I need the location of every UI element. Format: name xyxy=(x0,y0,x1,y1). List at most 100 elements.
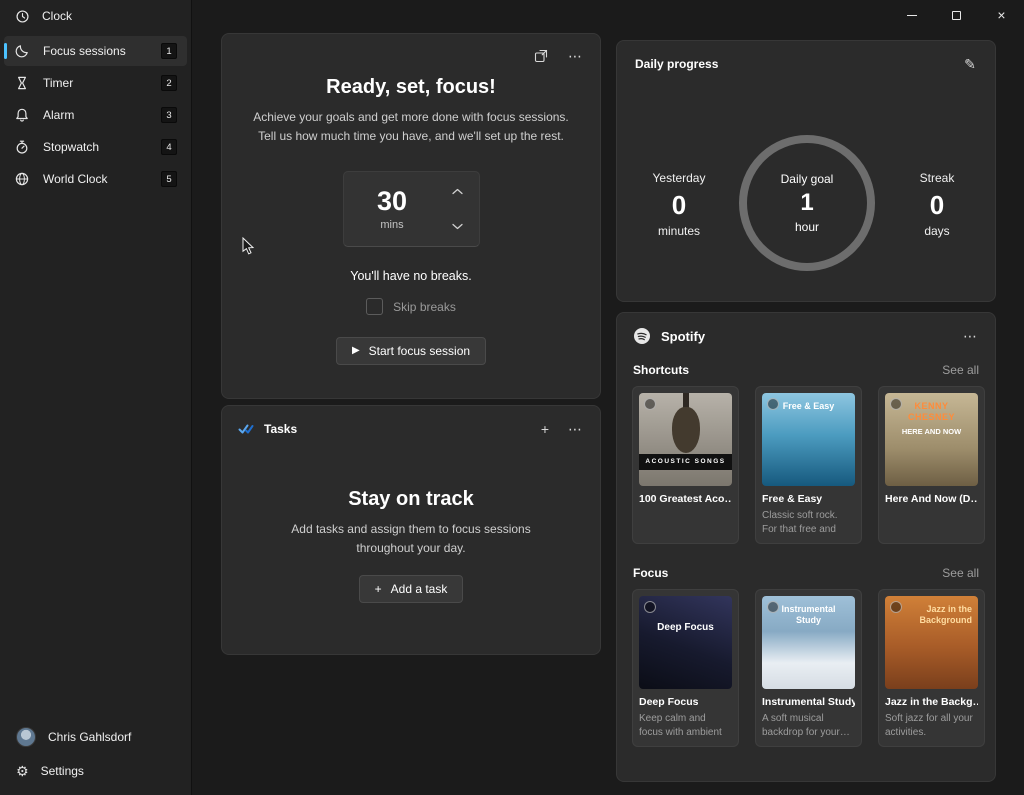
tasks-card: Tasks + ⋯ Stay on track Add tasks and as… xyxy=(221,405,601,655)
start-button-label: Start focus session xyxy=(369,344,470,358)
yesterday-label: Yesterday xyxy=(629,171,729,185)
sidebar-item-label: World Clock xyxy=(43,172,107,186)
clock-app-icon xyxy=(14,8,30,24)
chevron-down-icon xyxy=(452,223,463,230)
focus-see-all-link[interactable]: See all xyxy=(942,566,979,580)
close-button[interactable]: × xyxy=(979,0,1024,30)
playlist-subtitle: Soft jazz for all your activities. xyxy=(885,712,978,739)
tasks-title: Tasks xyxy=(264,422,297,436)
spotify-logo-icon xyxy=(633,327,651,345)
playlist-cover-art: Instrumental Study xyxy=(762,596,855,689)
window-controls: × xyxy=(889,0,1024,30)
todo-check-icon xyxy=(238,422,254,436)
focus-sessions-icon xyxy=(14,43,30,59)
yesterday-stat: Yesterday 0 minutes xyxy=(629,171,729,238)
duration-display: 30 mins xyxy=(344,172,441,246)
duration-stepper[interactable]: 30 mins xyxy=(343,171,480,247)
playlist-tile[interactable]: Deep Focus Deep Focus Keep calm and focu… xyxy=(632,589,739,747)
user-account-row[interactable]: Chris Gahlsdorf xyxy=(4,721,187,753)
sidebar-item-settings[interactable]: ⚙ Settings xyxy=(4,755,187,787)
sidebar-item-stopwatch[interactable]: Stopwatch 4 xyxy=(4,132,187,162)
more-options-button[interactable]: ⋯ xyxy=(560,43,590,69)
playlist-title: 100 Greatest Aco… xyxy=(639,493,732,505)
add-a-task-button[interactable]: + Add a task xyxy=(359,575,464,603)
playlist-tile[interactable]: Instrumental Study Instrumental Study A … xyxy=(755,589,862,747)
minimize-button[interactable] xyxy=(889,0,934,30)
yesterday-unit: minutes xyxy=(629,224,729,238)
chevron-up-icon xyxy=(452,188,463,195)
duration-unit: mins xyxy=(380,219,403,231)
focus-section-title: Focus xyxy=(633,566,668,580)
sidebar-item-alarm[interactable]: Alarm 3 xyxy=(4,100,187,130)
add-task-label: Add a task xyxy=(391,582,448,596)
accesskey-badge: 4 xyxy=(161,139,177,155)
sidebar-item-focus-sessions[interactable]: Focus sessions 1 xyxy=(4,36,187,66)
timer-icon xyxy=(14,75,30,91)
spotify-title: Spotify xyxy=(661,329,705,344)
alarm-bell-icon xyxy=(14,107,30,123)
start-focus-session-button[interactable]: ▶ Start focus session xyxy=(336,337,486,365)
playlist-subtitle: A soft musical backdrop for your… xyxy=(762,712,855,739)
gear-icon: ⚙ xyxy=(16,764,29,778)
tasks-heading: Stay on track xyxy=(222,488,600,511)
playlist-title: Deep Focus xyxy=(639,696,732,708)
plus-icon: + xyxy=(541,421,549,437)
edit-goal-button[interactable]: ✎ xyxy=(955,51,985,77)
app-header: Clock xyxy=(0,0,191,32)
shortcuts-see-all-link[interactable]: See all xyxy=(942,363,979,377)
spotify-card: Spotify ⋯ Shortcuts See all ACOUSTIC SON… xyxy=(616,312,996,782)
plus-icon: + xyxy=(375,582,382,596)
add-task-icon-button[interactable]: + xyxy=(530,416,560,442)
spotify-mini-icon xyxy=(644,398,656,410)
sidebar: Clock Focus sessions 1 Timer 2 Alarm 3 xyxy=(0,0,192,795)
playlist-cover-art: ACOUSTIC SONGS xyxy=(639,393,732,486)
play-icon: ▶ xyxy=(352,346,360,356)
close-icon: × xyxy=(997,8,1005,22)
sidebar-nav: Focus sessions 1 Timer 2 Alarm 3 Stopwat… xyxy=(0,36,191,194)
streak-unit: days xyxy=(887,224,987,238)
accesskey-badge: 2 xyxy=(161,75,177,91)
skip-breaks-checkbox[interactable] xyxy=(366,298,383,315)
skip-breaks-label: Skip breaks xyxy=(393,300,456,314)
settings-label: Settings xyxy=(41,764,84,778)
playlist-tile[interactable]: ACOUSTIC SONGS 100 Greatest Aco… xyxy=(632,386,739,544)
daily-goal-stat: Daily goal 1 hour xyxy=(727,123,887,283)
sidebar-item-label: Focus sessions xyxy=(43,44,126,58)
minimize-icon xyxy=(907,15,917,16)
playlist-tile[interactable]: KENNY CHESNEY HERE AND NOW Here And Now … xyxy=(878,386,985,544)
more-icon: ⋯ xyxy=(568,48,582,65)
duration-value: 30 xyxy=(377,188,407,215)
goal-label: Daily goal xyxy=(781,172,834,186)
playlist-tile[interactable]: Jazz in the Background Jazz in the Backg… xyxy=(878,589,985,747)
world-clock-icon xyxy=(14,171,30,187)
maximize-icon xyxy=(952,11,961,20)
streak-value: 0 xyxy=(887,191,987,220)
avatar xyxy=(16,727,36,747)
more-icon: ⋯ xyxy=(568,421,582,438)
duration-decrease-button[interactable] xyxy=(441,211,475,243)
spotify-mini-icon xyxy=(644,601,656,613)
sidebar-item-timer[interactable]: Timer 2 xyxy=(4,68,187,98)
tasks-more-button[interactable]: ⋯ xyxy=(560,416,590,442)
pencil-icon: ✎ xyxy=(964,56,976,73)
playlist-title: Jazz in the Backg… xyxy=(885,696,978,708)
breaks-note: You'll have no breaks. xyxy=(222,269,600,283)
sidebar-item-label: Timer xyxy=(43,76,73,90)
playlist-title: Free & Easy xyxy=(762,493,855,505)
accesskey-badge: 5 xyxy=(161,171,177,187)
focus-description: Achieve your goals and get more done wit… xyxy=(243,108,579,145)
duration-increase-button[interactable] xyxy=(441,176,475,208)
accesskey-badge: 3 xyxy=(161,107,177,123)
streak-stat: Streak 0 days xyxy=(887,171,987,238)
spotify-more-button[interactable]: ⋯ xyxy=(955,323,985,349)
maximize-button[interactable] xyxy=(934,0,979,30)
popout-button[interactable] xyxy=(526,43,556,69)
playlist-cover-art: Deep Focus xyxy=(639,596,732,689)
streak-label: Streak xyxy=(887,171,987,185)
playlist-tile[interactable]: Free & Easy Free & Easy Classic soft roc… xyxy=(755,386,862,544)
sidebar-item-world-clock[interactable]: World Clock 5 xyxy=(4,164,187,194)
more-icon: ⋯ xyxy=(963,328,977,345)
yesterday-value: 0 xyxy=(629,191,729,220)
playlist-cover-art: Jazz in the Background xyxy=(885,596,978,689)
accesskey-badge: 1 xyxy=(161,43,177,59)
